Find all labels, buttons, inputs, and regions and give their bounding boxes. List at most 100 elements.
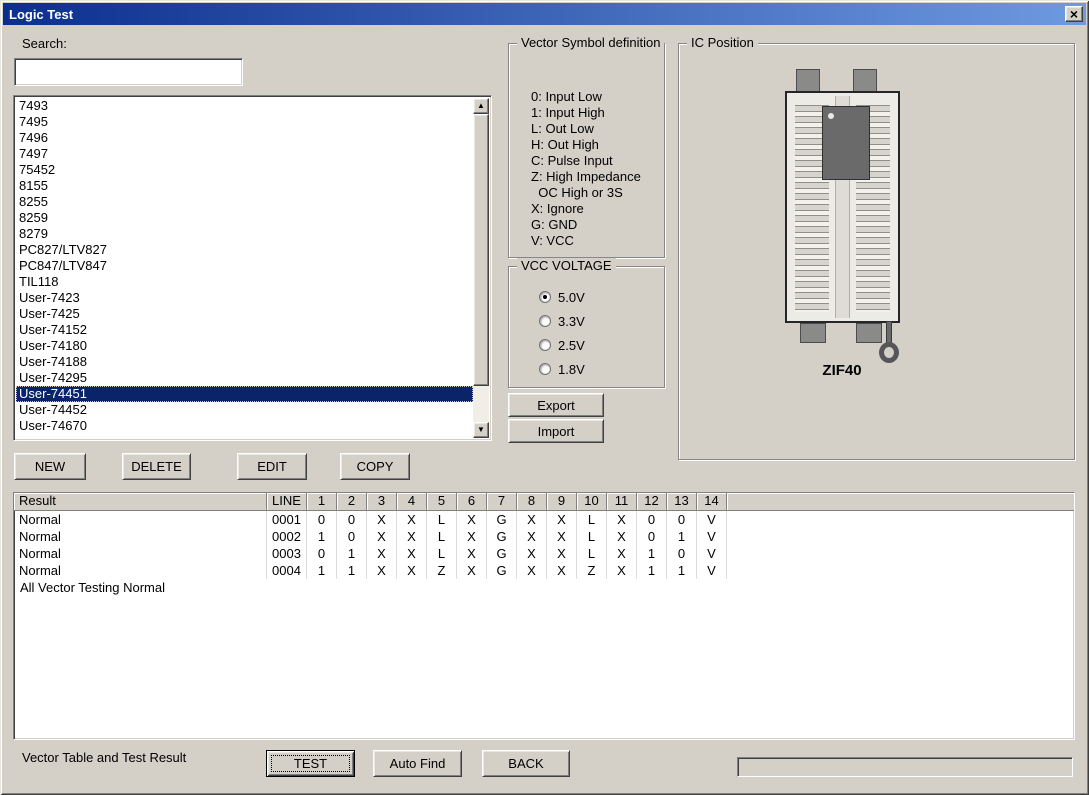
result-header-cell[interactable]: 10 (577, 493, 607, 511)
vcc-option-5.0V[interactable]: 5.0V (539, 285, 660, 309)
radio-icon[interactable] (539, 339, 551, 351)
result-cell: 1 (337, 545, 367, 562)
ic-list-item[interactable]: User-74670 (16, 418, 473, 434)
result-cell: X (517, 511, 547, 528)
zif-socket (785, 91, 900, 323)
result-header-cell[interactable]: Result (14, 493, 267, 511)
import-button[interactable]: Import (508, 419, 604, 443)
result-header-cell[interactable]: LINE (267, 493, 307, 511)
ic-list-item[interactable]: User-74452 (16, 402, 473, 418)
vcc-option-3.3V[interactable]: 3.3V (539, 309, 660, 333)
ic-list-item[interactable]: PC827/LTV827 (16, 242, 473, 258)
titlebar[interactable]: Logic Test × (3, 3, 1086, 25)
result-header-cell[interactable]: 5 (427, 493, 457, 511)
radio-icon[interactable] (539, 363, 551, 375)
close-button[interactable]: × (1065, 6, 1083, 22)
copy-button[interactable]: COPY (340, 453, 410, 480)
result-table: ResultLINE1234567891011121314 Normal0001… (13, 492, 1075, 740)
ic-list-item[interactable]: 7493 (16, 98, 473, 114)
result-cell: X (547, 511, 577, 528)
ic-list-item[interactable]: User-74295 (16, 370, 473, 386)
result-cell: 1 (307, 528, 337, 545)
ic-list-item[interactable]: 7496 (16, 130, 473, 146)
window-title: Logic Test (9, 7, 73, 22)
result-header-cell[interactable]: 9 (547, 493, 577, 511)
ic-list-item[interactable]: User-74180 (16, 338, 473, 354)
result-header-cell[interactable]: 8 (517, 493, 547, 511)
result-cell: 0001 (267, 511, 307, 528)
ic-list-item[interactable]: 8259 (16, 210, 473, 226)
ic-list-item[interactable]: 7497 (16, 146, 473, 162)
radio-icon[interactable] (539, 291, 551, 303)
ic-list-item[interactable]: User-74152 (16, 322, 473, 338)
result-row[interactable]: Normal000411XXZXGXXZX11V (14, 562, 1074, 579)
ic-list-item[interactable]: 8155 (16, 178, 473, 194)
pin1-marker-dot (828, 113, 834, 119)
scroll-down-icon: ▼ (477, 426, 485, 434)
result-cell: X (397, 511, 427, 528)
result-cell: 0 (307, 511, 337, 528)
scroll-down-button[interactable]: ▼ (473, 422, 489, 438)
back-button[interactable]: BACK (482, 750, 570, 777)
ic-list-item[interactable]: User-7423 (16, 290, 473, 306)
ic-position-group: IC Position ZIF40 (678, 43, 1075, 460)
result-header-cell[interactable]: 1 (307, 493, 337, 511)
result-header-cell[interactable]: 6 (457, 493, 487, 511)
result-header-cell[interactable]: 4 (397, 493, 427, 511)
scroll-up-button[interactable]: ▲ (473, 98, 489, 114)
ic-list-item[interactable]: 75452 (16, 162, 473, 178)
vector-symbol-line: L: Out Low (531, 121, 641, 137)
test-button[interactable]: TEST (266, 750, 355, 777)
ic-list-item[interactable]: User-74188 (16, 354, 473, 370)
radio-label: 3.3V (558, 314, 585, 329)
ic-list-item[interactable]: 8255 (16, 194, 473, 210)
vector-symbol-line: OC High or 3S (531, 185, 641, 201)
result-cell: L (427, 511, 457, 528)
result-header-cell[interactable]: 13 (667, 493, 697, 511)
result-cell: 0 (637, 528, 667, 545)
ic-list-item[interactable]: User-74451 (16, 386, 473, 402)
result-cell: X (397, 528, 427, 545)
result-cell: X (607, 562, 637, 579)
ic-list-items[interactable]: 7493749574967497754528155825582598279PC8… (16, 98, 473, 438)
scroll-thumb[interactable] (473, 114, 489, 386)
result-cell: X (457, 562, 487, 579)
vector-symbol-line: H: Out High (531, 137, 641, 153)
auto-find-button[interactable]: Auto Find (373, 750, 462, 777)
vector-symbol-line: V: VCC (531, 233, 641, 249)
export-button[interactable]: Export (508, 393, 604, 417)
delete-button[interactable]: DELETE (122, 453, 191, 480)
result-header-cell[interactable]: 12 (637, 493, 667, 511)
new-button[interactable]: NEW (14, 453, 86, 480)
ic-list-item[interactable]: 7495 (16, 114, 473, 130)
result-cell: X (367, 528, 397, 545)
result-row[interactable]: Normal000210XXLXGXXLX01V (14, 528, 1074, 545)
vector-symbol-line: X: Ignore (531, 201, 641, 217)
result-header-cell[interactable]: 2 (337, 493, 367, 511)
search-label: Search: (22, 36, 67, 51)
ic-list-item[interactable]: PC847/LTV847 (16, 258, 473, 274)
result-cell: 0 (667, 545, 697, 562)
vcc-option-1.8V[interactable]: 1.8V (539, 357, 660, 381)
vector-symbol-line: 0: Input Low (531, 89, 641, 105)
result-row[interactable]: Normal000301XXLXGXXLX10V (14, 545, 1074, 562)
result-header-cell[interactable]: 7 (487, 493, 517, 511)
result-header-cell[interactable]: 3 (367, 493, 397, 511)
result-cell: 0 (307, 545, 337, 562)
ic-list-item[interactable]: User-7425 (16, 306, 473, 322)
edit-button[interactable]: EDIT (237, 453, 307, 480)
vcc-option-2.5V[interactable]: 2.5V (539, 333, 660, 357)
result-cell: V (697, 562, 727, 579)
result-header-cell[interactable]: 14 (697, 493, 727, 511)
radio-icon[interactable] (539, 315, 551, 327)
search-input[interactable] (14, 58, 243, 86)
result-row[interactable]: Normal000100XXLXGXXLX00V (14, 511, 1074, 528)
ic-list[interactable]: 7493749574967497754528155825582598279PC8… (13, 95, 492, 441)
result-header-cell[interactable]: 11 (607, 493, 637, 511)
ic-list-item[interactable]: 8279 (16, 226, 473, 242)
ic-list-scrollbar[interactable]: ▲ ▼ (473, 98, 489, 438)
result-summary: All Vector Testing Normal (14, 579, 1074, 596)
result-cell: 1 (667, 528, 697, 545)
socket-bottom-right-tab (856, 323, 882, 343)
ic-list-item[interactable]: TIL118 (16, 274, 473, 290)
